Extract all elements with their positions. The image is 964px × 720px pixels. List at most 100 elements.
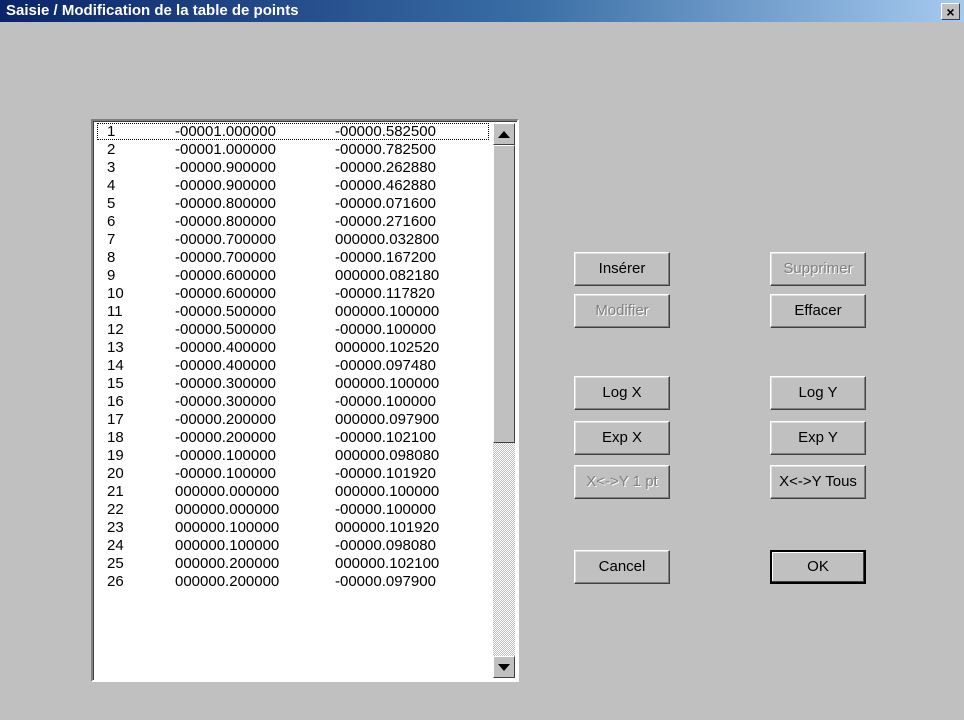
y-value: 000000.101920 <box>335 519 440 536</box>
x-value: -00001.000000 <box>175 123 276 140</box>
ok-button[interactable]: OK <box>770 550 866 584</box>
x-value: -00000.600000 <box>175 267 276 284</box>
y-value: -00000.782500 <box>335 141 436 158</box>
x-value: -00000.800000 <box>175 195 276 212</box>
list-item[interactable]: 21 000000.000000 000000.100000 <box>95 483 493 501</box>
list-item[interactable]: 18 -00000.200000 -00000.102100 <box>95 429 493 447</box>
x-value: -00000.400000 <box>175 357 276 374</box>
list-item[interactable]: 8 -00000.700000 -00000.167200 <box>95 249 493 267</box>
log-y-button[interactable]: Log Y <box>770 376 866 410</box>
exp-y-button[interactable]: Exp Y <box>770 421 866 455</box>
point-index: 16 <box>107 393 124 410</box>
point-index: 6 <box>107 213 116 230</box>
x-value: -00000.400000 <box>175 339 276 356</box>
vertical-scrollbar[interactable] <box>493 123 515 678</box>
x-value: -00000.100000 <box>175 447 276 464</box>
list-item[interactable]: 12 -00000.500000 -00000.100000 <box>95 321 493 339</box>
x-value: -00000.700000 <box>175 231 276 248</box>
log-x-button[interactable]: Log X <box>574 376 670 410</box>
x-value: -00000.900000 <box>175 159 276 176</box>
modifier-button[interactable]: Modifier <box>574 294 670 328</box>
list-item[interactable]: 6 -00000.800000 -00000.271600 <box>95 213 493 231</box>
arrow-up-icon <box>498 130 510 138</box>
swap-one-point-button[interactable]: X<->Y 1 pt <box>574 465 670 499</box>
point-index: 19 <box>107 447 124 464</box>
point-index: 1 <box>107 123 116 140</box>
close-button[interactable]: × <box>941 3 960 20</box>
point-index: 9 <box>107 267 116 284</box>
list-item[interactable]: 2 -00001.000000 -00000.782500 <box>95 141 493 159</box>
x-value: -00000.500000 <box>175 303 276 320</box>
close-icon: × <box>946 4 955 20</box>
list-item[interactable]: 7 -00000.700000 000000.032800 <box>95 231 493 249</box>
y-value: 000000.097900 <box>335 411 440 428</box>
point-index: 14 <box>107 357 124 374</box>
list-item[interactable]: 20 -00000.100000 -00000.101920 <box>95 465 493 483</box>
x-value: 000000.200000 <box>175 573 280 590</box>
point-index: 3 <box>107 159 116 176</box>
list-item[interactable]: 22 000000.000000 -00000.100000 <box>95 501 493 519</box>
list-item[interactable]: 1 -00001.000000 -00000.582500 <box>95 123 493 141</box>
y-value: -00000.582500 <box>335 123 436 140</box>
point-index: 2 <box>107 141 116 158</box>
swap-all-button[interactable]: X<->Y Tous <box>770 465 866 499</box>
list-item[interactable]: 9 -00000.600000 000000.082180 <box>95 267 493 285</box>
point-index: 12 <box>107 321 124 338</box>
x-value: -00000.300000 <box>175 375 276 392</box>
y-value: -00000.462880 <box>335 177 436 194</box>
list-item[interactable]: 25 000000.200000 000000.102100 <box>95 555 493 573</box>
x-value: -00000.900000 <box>175 177 276 194</box>
y-value: -00000.098080 <box>335 537 436 554</box>
point-index: 26 <box>107 573 124 590</box>
y-value: -00000.071600 <box>335 195 436 212</box>
inserer-button[interactable]: Insérer <box>574 252 670 286</box>
list-item[interactable]: 13 -00000.400000 000000.102520 <box>95 339 493 357</box>
point-index: 25 <box>107 555 124 572</box>
x-value: -00000.200000 <box>175 411 276 428</box>
x-value: 000000.100000 <box>175 537 280 554</box>
scroll-up-button[interactable] <box>493 123 515 145</box>
point-index: 11 <box>107 303 123 320</box>
point-index: 21 <box>107 483 124 500</box>
cancel-button[interactable]: Cancel <box>574 550 670 584</box>
x-value: -00000.500000 <box>175 321 276 338</box>
list-item[interactable]: 23 000000.100000 000000.101920 <box>95 519 493 537</box>
y-value: -00000.100000 <box>335 321 436 338</box>
y-value: -00000.101920 <box>335 465 436 482</box>
y-value: -00000.097480 <box>335 357 436 374</box>
x-value: -00000.800000 <box>175 213 276 230</box>
arrow-down-icon <box>498 663 510 671</box>
list-item[interactable]: 11 -00000.500000 000000.100000 <box>95 303 493 321</box>
y-value: -00000.100000 <box>335 501 436 518</box>
list-item[interactable]: 26 000000.200000 -00000.097900 <box>95 573 493 591</box>
list-item[interactable]: 5 -00000.800000 -00000.071600 <box>95 195 493 213</box>
scroll-thumb[interactable] <box>493 145 515 443</box>
list-item[interactable]: 15 -00000.300000 000000.100000 <box>95 375 493 393</box>
exp-x-button[interactable]: Exp X <box>574 421 670 455</box>
list-item[interactable]: 14 -00000.400000 -00000.097480 <box>95 357 493 375</box>
points-listbox[interactable]: 1 -00001.000000 -00000.582500 2 -00001.00000… <box>91 119 519 682</box>
list-item[interactable]: 4 -00000.900000 -00000.462880 <box>95 177 493 195</box>
list-item[interactable]: 3 -00000.900000 -00000.262880 <box>95 159 493 177</box>
window-title: Saisie / Modification de la table de poi… <box>6 2 299 19</box>
y-value: -00000.262880 <box>335 159 436 176</box>
point-index: 15 <box>107 375 124 392</box>
x-value: -00000.100000 <box>175 465 276 482</box>
title-bar[interactable]: Saisie / Modification de la table de poi… <box>0 0 964 22</box>
y-value: 000000.098080 <box>335 447 440 464</box>
point-index: 18 <box>107 429 124 446</box>
point-index: 7 <box>107 231 116 248</box>
point-index: 10 <box>107 285 124 302</box>
list-item[interactable]: 17 -00000.200000 000000.097900 <box>95 411 493 429</box>
list-item[interactable]: 16 -00000.300000 -00000.100000 <box>95 393 493 411</box>
effacer-button[interactable]: Effacer <box>770 294 866 328</box>
x-value: -00000.600000 <box>175 285 276 302</box>
y-value: 000000.032800 <box>335 231 440 248</box>
y-value: -00000.102100 <box>335 429 436 446</box>
list-item[interactable]: 24 000000.100000 -00000.098080 <box>95 537 493 555</box>
scroll-down-button[interactable] <box>493 656 515 678</box>
list-item[interactable]: 19 -00000.100000 000000.098080 <box>95 447 493 465</box>
supprimer-button[interactable]: Supprimer <box>770 252 866 286</box>
list-item[interactable]: 10 -00000.600000 -00000.117820 <box>95 285 493 303</box>
y-value: 000000.102100 <box>335 555 440 572</box>
